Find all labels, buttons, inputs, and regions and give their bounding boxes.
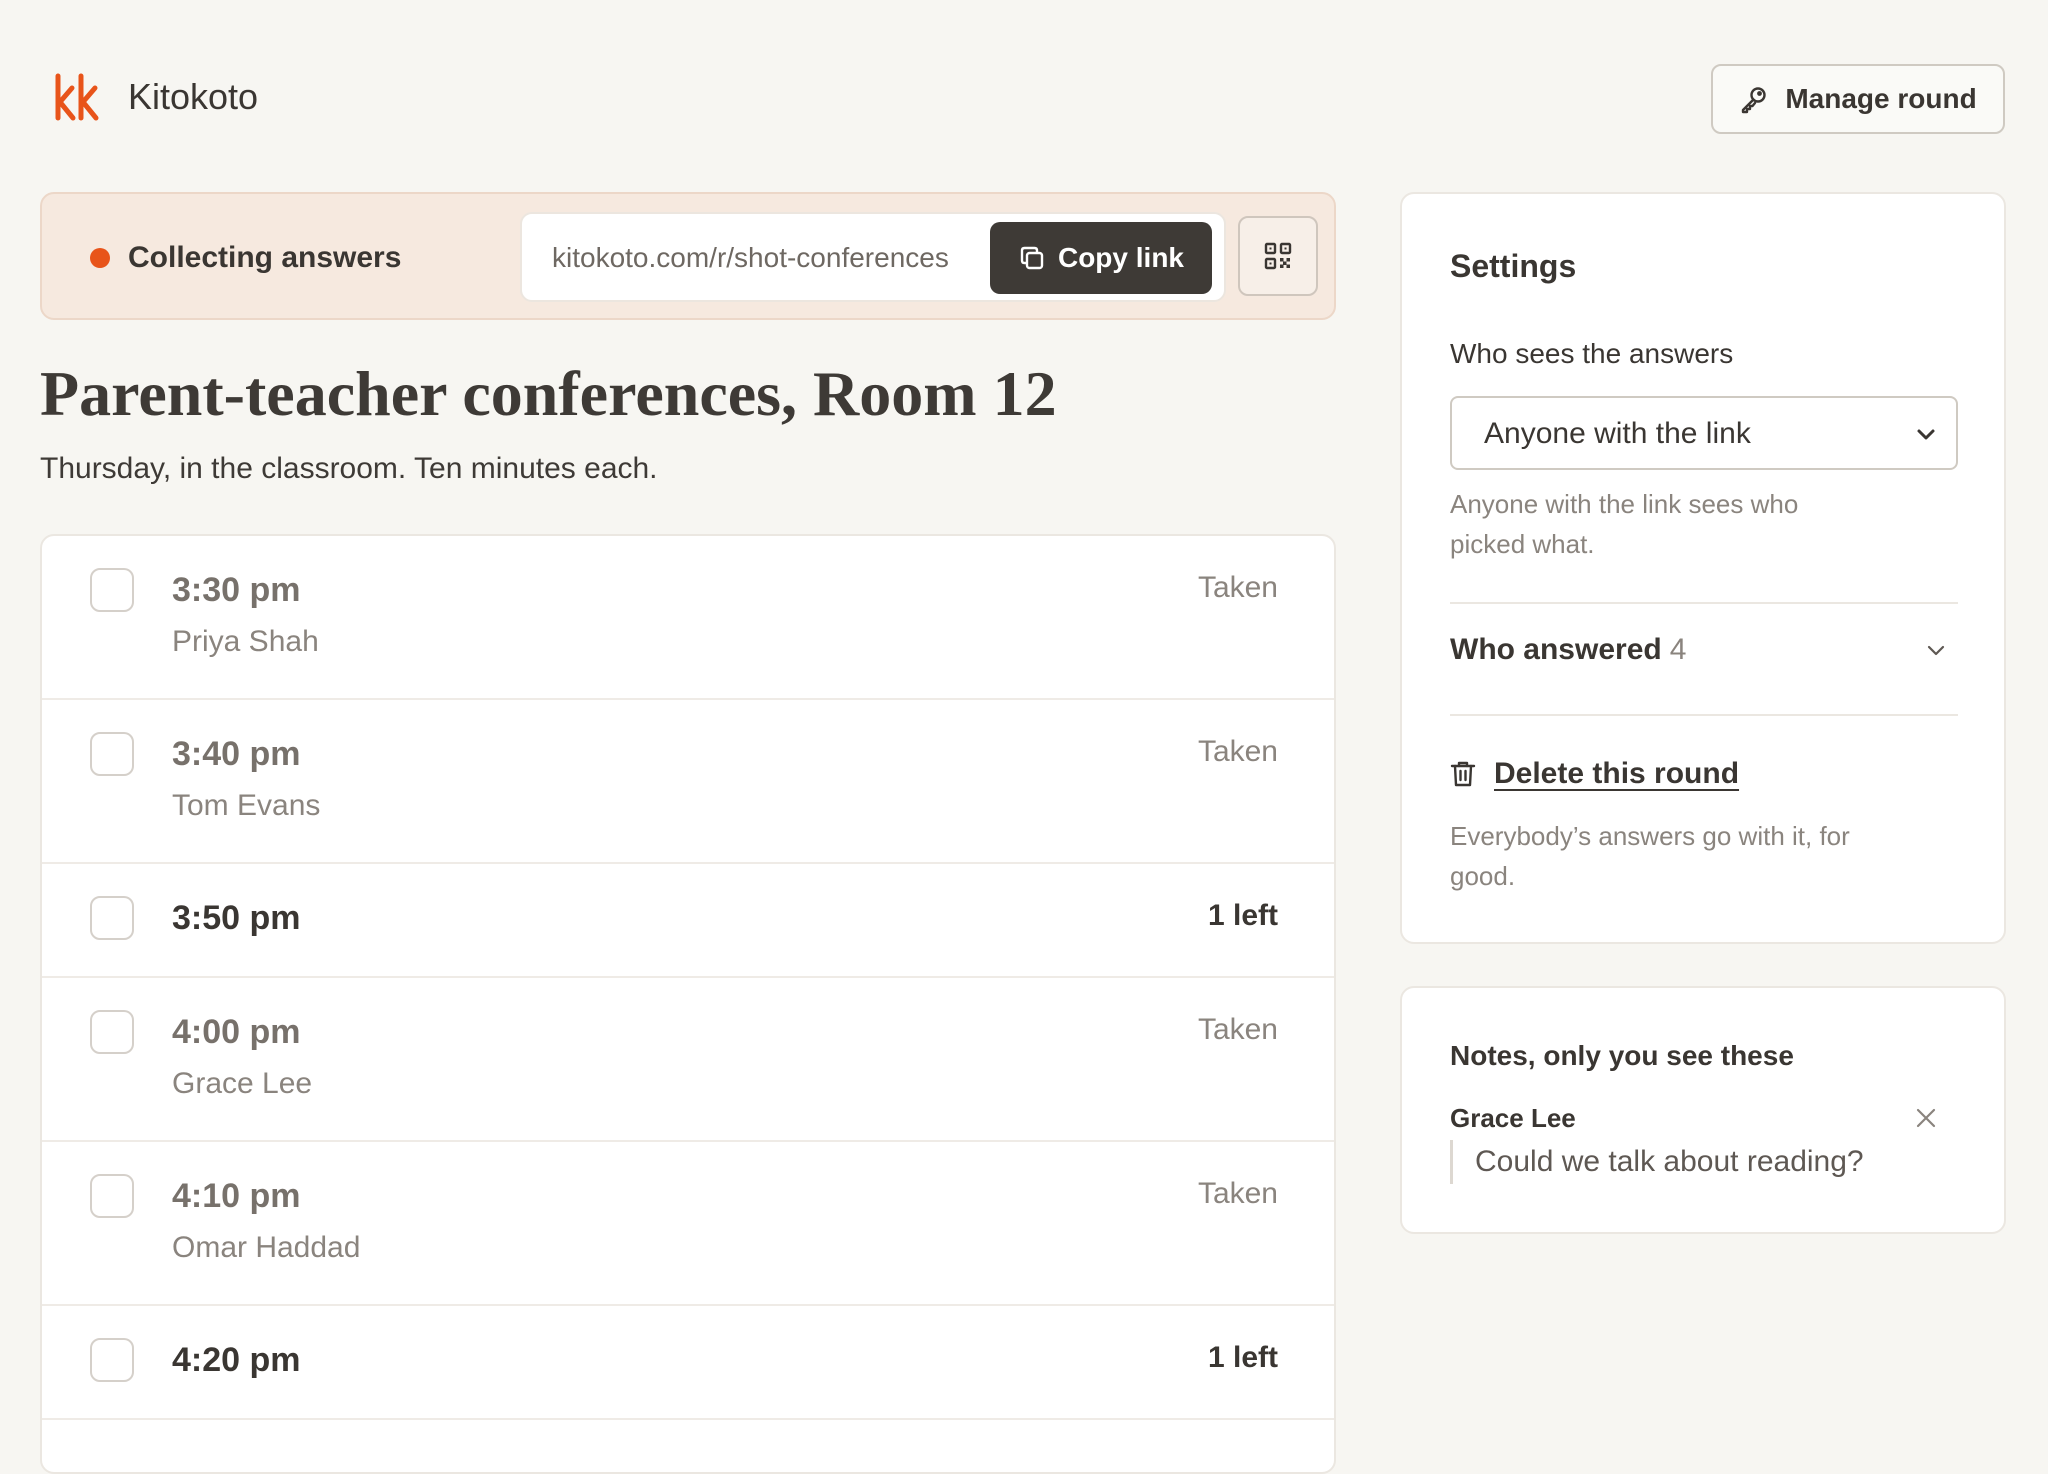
close-icon[interactable] (1914, 1106, 1938, 1130)
note-text: Could we talk about reading? (1450, 1140, 1864, 1184)
slot-time: 3:30 pm (172, 571, 301, 609)
notes-title: Notes, only you see these (1450, 1040, 1794, 1071)
slot-status: Taken (1197, 571, 1278, 604)
slot-status: Taken (1197, 735, 1278, 768)
manage-round-button[interactable]: Manage round (1711, 64, 2005, 134)
slot-row[interactable]: 3:30 pm Priya Shah Taken (42, 536, 1334, 700)
slot-row[interactable]: 3:50 pm 1 left (42, 864, 1334, 978)
qr-code-button[interactable] (1238, 216, 1318, 296)
slot-checkbox[interactable] (90, 1010, 134, 1054)
settings-title: Settings (1450, 248, 1577, 284)
page-subtitle: Thursday, in the classroom. Ten minutes … (40, 452, 658, 485)
chevron-down-icon (1927, 645, 1945, 656)
chevron-down-icon (1917, 429, 1935, 440)
slot-status: Taken (1197, 1177, 1278, 1210)
slot-time: 3:50 pm (172, 899, 301, 937)
key-icon (1742, 87, 1767, 114)
slot-time: 3:40 pm (172, 735, 301, 773)
slot-status: 1 left (1207, 899, 1278, 932)
slot-status: 1 left (1207, 1341, 1278, 1374)
notes-card: Notes, only you see these Grace Lee Coul… (1400, 986, 2006, 1234)
slot-checkbox[interactable] (90, 732, 134, 776)
delete-help: Everybody’s answers go with it, for good… (1450, 821, 1850, 891)
note-author: Grace Lee (1450, 1103, 1576, 1133)
qr-code-icon (1264, 242, 1292, 270)
slot-checkbox[interactable] (90, 568, 134, 612)
share-link-box: kitokoto.com/r/shot-conferences Copy lin… (520, 212, 1226, 302)
copy-link-label: Copy link (1057, 242, 1184, 273)
kitokoto-logo (55, 73, 99, 121)
settings-card: Settings Who sees the answers Anyone wit… (1400, 192, 2006, 944)
slot-name: Priya Shah (172, 625, 319, 658)
slot-time: 4:10 pm (172, 1177, 301, 1215)
brand-name: Kitokoto (128, 76, 259, 117)
slot-checkbox[interactable] (90, 896, 134, 940)
visibility-help: Anyone with the link sees who picked wha… (1450, 489, 1799, 559)
slot-checkbox[interactable] (90, 1338, 134, 1382)
slot-name: Tom Evans (172, 789, 321, 822)
slot-row[interactable]: 4:10 pm Omar Haddad Taken (42, 1142, 1334, 1306)
slot-status: Taken (1197, 1013, 1278, 1046)
status-dot (90, 248, 110, 268)
status-bar: Collecting answers kitokoto.com/r/shot-c… (40, 192, 1336, 320)
slot-list: 3:30 pm Priya Shah Taken 3:40 pm Tom Eva… (40, 534, 1336, 1474)
slot-row[interactable]: 3:40 pm Tom Evans Taken (42, 700, 1334, 864)
status-label: Collecting answers (128, 241, 402, 274)
slot-name: Omar Haddad (172, 1231, 361, 1264)
who-answered-count: 4 (1669, 633, 1687, 666)
slot-row[interactable]: 4:00 pm Grace Lee Taken (42, 978, 1334, 1142)
visibility-select-value: Anyone with the link (1484, 417, 1751, 450)
slot-row[interactable]: 4:20 pm 1 left (42, 1306, 1334, 1420)
trash-icon (1450, 761, 1476, 787)
slot-time: 4:00 pm (172, 1013, 301, 1051)
who-answered-toggle[interactable]: Who answered 4 (1450, 598, 1958, 702)
share-link-text[interactable]: kitokoto.com/r/shot-conferences (552, 234, 949, 282)
delete-round-button[interactable]: Delete this round (1450, 752, 1739, 796)
delete-round-label: Delete this round (1494, 757, 1740, 790)
divider (1450, 714, 1958, 716)
slot-name: Grace Lee (172, 1067, 313, 1100)
copy-link-button[interactable]: Copy link (990, 222, 1212, 294)
slot-checkbox[interactable] (90, 1174, 134, 1218)
who-answered-label: Who answered 4 (1450, 633, 1687, 666)
page-title: Parent-teacher conferences, Room 12 (40, 358, 1057, 429)
manage-round-label: Manage round (1785, 83, 1977, 114)
copy-icon (1020, 246, 1044, 270)
slot-time: 4:20 pm (172, 1341, 301, 1379)
visibility-label: Who sees the answers (1450, 338, 1734, 369)
visibility-select[interactable]: Anyone with the link (1450, 396, 1958, 470)
